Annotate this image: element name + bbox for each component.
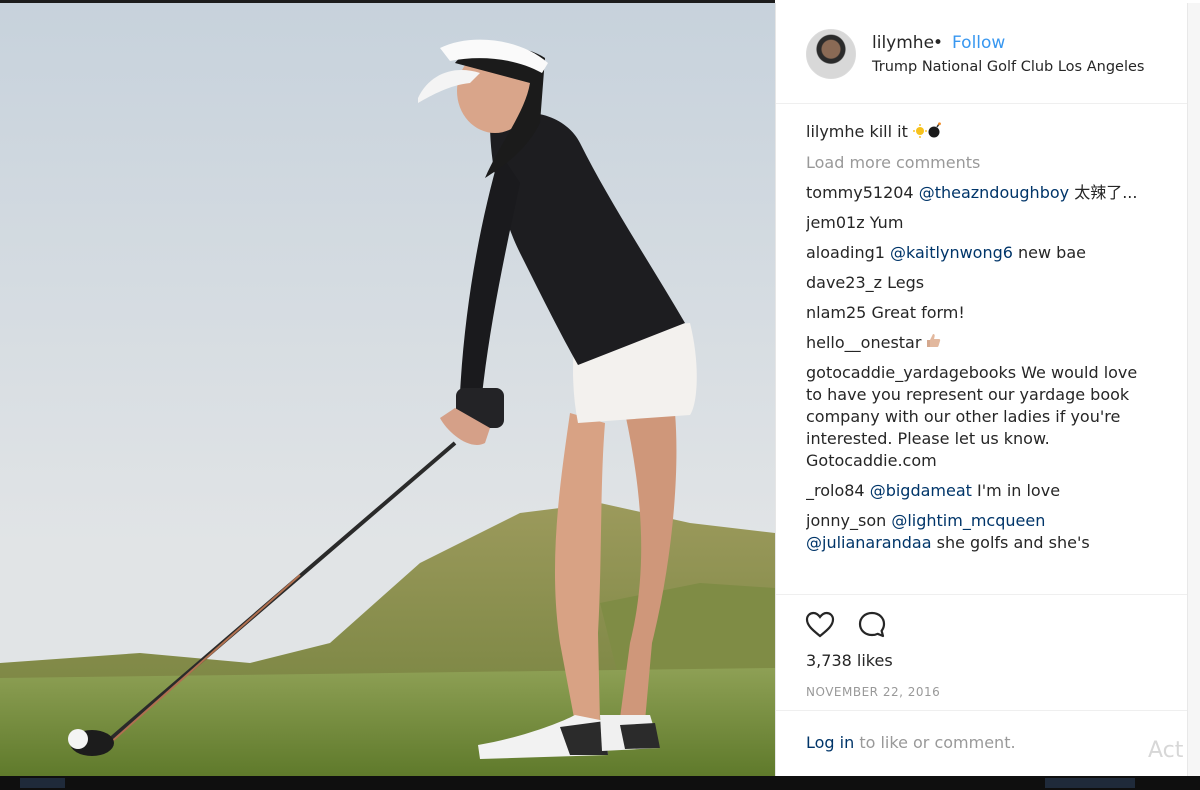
comments-list[interactable]: lilymhe kill it Load more comments tommy…: [806, 121, 1151, 593]
heart-icon: [805, 611, 835, 638]
location-link[interactable]: Trump National Golf Club Los Angeles: [872, 59, 1144, 75]
comment-bubble-icon: [858, 611, 886, 638]
comment-username[interactable]: gotocaddie_yardagebooks: [806, 363, 1016, 382]
login-link[interactable]: Log in: [806, 733, 854, 752]
golfer-image: [0, 3, 775, 776]
comment-username[interactable]: nlam25: [806, 303, 866, 322]
comment-text: I'm in love: [971, 481, 1061, 500]
comment-mention[interactable]: @kaitlynwong6: [890, 243, 1013, 262]
post-header: lilymhe • Follow Trump National Golf Clu…: [776, 3, 1188, 104]
comment-text: new bae: [1012, 242, 1086, 262]
separator-dot: •: [933, 33, 944, 53]
follow-button[interactable]: Follow: [952, 33, 1005, 53]
thumbs-up-emoji-icon: [926, 332, 941, 354]
comment-username[interactable]: dave23_z: [806, 273, 882, 292]
post-details: lilymhe • Follow Trump National Golf Clu…: [775, 3, 1188, 776]
comment-username[interactable]: tommy51204: [806, 183, 914, 202]
post-photo[interactable]: [0, 3, 775, 776]
post-side-panel: lilymhe • Follow Trump National Golf Clu…: [775, 0, 1200, 790]
comment: nlam25 Great form!: [806, 302, 1151, 324]
actions-divider: [776, 594, 1188, 596]
comment: jonny_son @lightim_mcqueen @julianaranda…: [806, 510, 1151, 554]
login-prompt: Log in to like or comment.: [806, 733, 1016, 752]
comment: hello__onestar: [806, 332, 1151, 355]
likes-count[interactable]: 3,738 likes: [806, 651, 893, 670]
comment-username[interactable]: aloading1: [806, 243, 885, 262]
comment-text: she golfs and she's: [931, 533, 1090, 552]
comment: gotocaddie_yardagebooks We would love to…: [806, 362, 1151, 472]
comment-text: Legs: [887, 272, 925, 292]
comment-username[interactable]: jem01z: [806, 213, 865, 232]
comment-username[interactable]: hello__onestar: [806, 333, 921, 352]
post-date: NOVEMBER 22, 2016: [806, 685, 941, 699]
activate-watermark: Act: [1148, 738, 1184, 763]
login-prompt-text: to like or comment.: [854, 733, 1016, 752]
sun-emoji-icon: [912, 122, 927, 144]
bottom-bar-button[interactable]: [1045, 778, 1135, 788]
comment-text: Yum: [869, 212, 904, 232]
comment: _rolo84 @bigdameat I'm in love: [806, 480, 1151, 502]
avatar[interactable]: [806, 29, 856, 79]
bomb-emoji-icon: [927, 121, 942, 144]
comment: aloading1 @kaitlynwong6 new bae: [806, 242, 1151, 264]
bottom-bar: [0, 776, 1200, 790]
caption-username[interactable]: lilymhe: [806, 122, 864, 141]
post-username[interactable]: lilymhe: [872, 33, 934, 53]
comment-username[interactable]: _rolo84: [806, 481, 865, 500]
comment-text: 太辣了...: [1069, 182, 1138, 202]
comment: tommy51204 @theazndoughboy 太辣了...: [806, 182, 1151, 204]
comment: jem01z Yum: [806, 212, 1151, 234]
login-divider: [776, 710, 1188, 711]
comment-button[interactable]: [856, 609, 888, 641]
caption-text: kill it: [869, 122, 908, 141]
bottom-bar-segment: [20, 778, 65, 788]
comment: dave23_z Legs: [806, 272, 1151, 294]
comment-mention[interactable]: @theazndoughboy: [919, 183, 1069, 202]
like-button[interactable]: [804, 609, 836, 641]
comment-username[interactable]: jonny_son: [806, 511, 886, 530]
load-more-comments-button[interactable]: Load more comments: [806, 152, 1151, 174]
scrollbar[interactable]: [1187, 3, 1200, 776]
comment-mention[interactable]: @bigdameat: [870, 481, 972, 500]
comment-text: Great form!: [871, 302, 965, 322]
caption: lilymhe kill it: [806, 121, 1151, 144]
